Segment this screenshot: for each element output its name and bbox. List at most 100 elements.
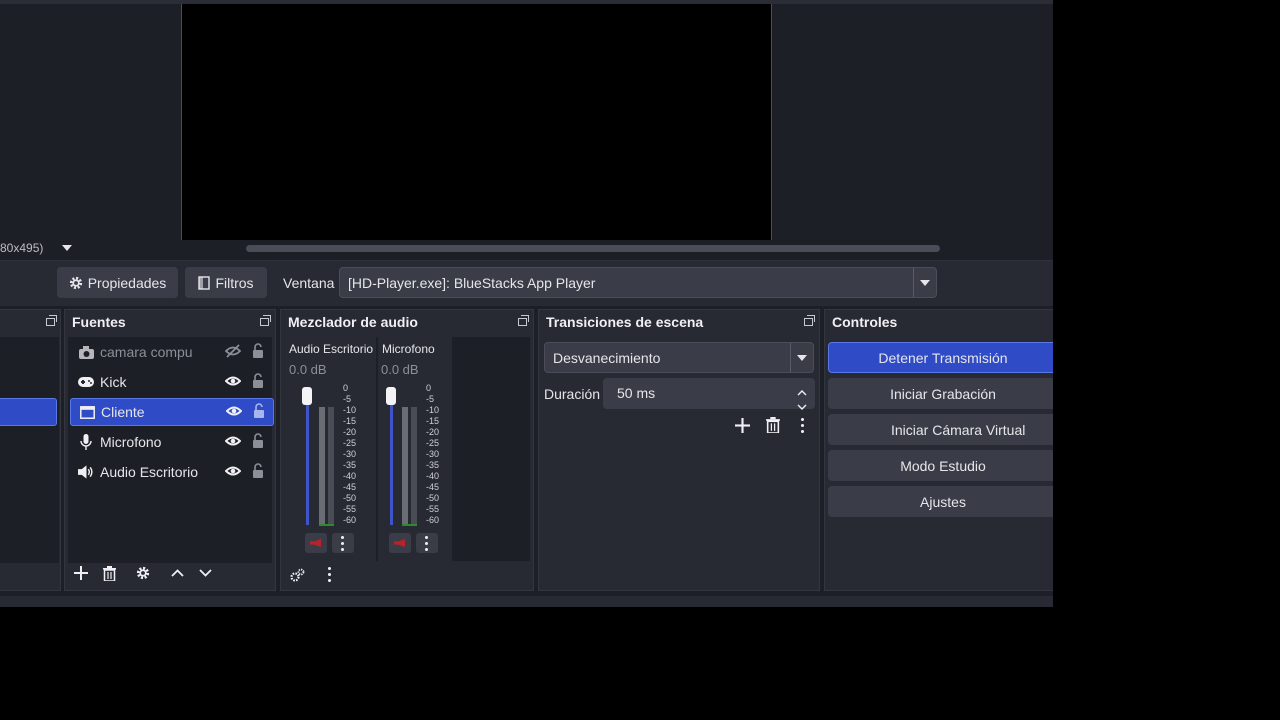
lock-icon[interactable] <box>253 403 265 421</box>
meter-floor <box>319 524 334 526</box>
chevron-down-icon[interactable] <box>797 397 807 413</box>
duration-spinbox[interactable]: 50 ms <box>603 378 815 410</box>
trash-icon[interactable] <box>766 417 780 433</box>
duration-label: Duración <box>544 386 601 402</box>
meter-tick-label: -50 <box>343 493 357 503</box>
settings-button[interactable]: Ajustes <box>828 486 1053 517</box>
eye-hidden-icon[interactable] <box>224 343 242 361</box>
zoom-dropdown-icon[interactable] <box>62 245 72 251</box>
channel-menu-button[interactable] <box>416 533 438 553</box>
duration-value: 50 ms <box>617 385 656 401</box>
meter-tick-label: -15 <box>343 416 357 426</box>
chevron-down-icon[interactable] <box>920 280 930 286</box>
meter-tick-label: -60 <box>426 515 440 525</box>
eye-icon[interactable] <box>224 434 242 450</box>
properties-button[interactable]: Propiedades <box>57 267 178 298</box>
gear-icon <box>69 276 82 289</box>
volume-slider-handle[interactable] <box>302 387 312 405</box>
undock-icon[interactable] <box>804 315 815 326</box>
controls-title: Controles <box>832 314 898 330</box>
audio-mixer-dock: Mezclador de audio Audio Escritorio 0.0 … <box>280 309 534 591</box>
chevron-down-icon[interactable] <box>199 569 212 577</box>
start-virtual-camera-button[interactable]: Iniciar Cámara Virtual <box>828 414 1053 445</box>
meter-tick-label: 0 <box>426 383 432 393</box>
level-meter-right <box>328 407 334 525</box>
eye-icon[interactable] <box>225 404 243 420</box>
meter-tick-label: -35 <box>343 460 357 470</box>
kebab-icon[interactable] <box>801 418 804 433</box>
undock-icon[interactable] <box>518 315 529 326</box>
kebab-icon[interactable] <box>328 567 331 582</box>
chevron-up-icon[interactable] <box>171 569 184 577</box>
mixer-channel-mic: Microfono 0.0 dB 0 -5 -10 -15 -20 -25 -30 -35 -4… <box>378 337 452 561</box>
stop-streaming-button[interactable]: Detener Transmisión <box>828 342 1053 373</box>
meter-tick-label: -60 <box>343 515 357 525</box>
speaker-muted-icon <box>310 539 321 547</box>
volume-slider-track[interactable] <box>390 395 393 525</box>
resolution-text: 80x495) <box>0 241 44 255</box>
channel-name: Microfono <box>382 342 435 356</box>
channel-menu-button[interactable] <box>332 533 354 553</box>
undock-icon[interactable] <box>260 315 271 326</box>
status-bar <box>0 596 1053 607</box>
channel-db: 0.0 dB <box>289 362 327 377</box>
add-icon[interactable] <box>74 566 88 580</box>
source-label: Microfono <box>100 434 162 450</box>
gear-icon[interactable] <box>136 566 150 580</box>
source-label: camara compu <box>100 344 193 360</box>
meter-scale: 0 -5 -10 -15 -20 -25 -30 -35 -40 -45 -50 -55 -60 <box>343 383 356 526</box>
sources-dock: Fuentes camara compu Kick Cliente Microf… <box>64 309 276 591</box>
mixer-footer <box>281 560 533 590</box>
meter-tick-label: -5 <box>343 394 352 404</box>
channel-db: 0.0 dB <box>381 362 419 377</box>
undock-icon[interactable] <box>46 315 57 326</box>
source-toolbar: Propiedades Filtros Ventana [HD-Player.e… <box>0 260 1053 306</box>
add-icon[interactable] <box>735 418 750 433</box>
preview-horizontal-scrollbar[interactable] <box>246 245 940 252</box>
lock-icon[interactable] <box>252 433 264 451</box>
lock-icon[interactable] <box>252 373 264 391</box>
source-label: Cliente <box>101 404 145 420</box>
eye-icon[interactable] <box>224 374 242 390</box>
eye-icon[interactable] <box>224 464 242 480</box>
source-item-camara[interactable]: camara compu <box>70 338 274 366</box>
speaker-icon <box>78 464 94 480</box>
volume-slider-handle[interactable] <box>386 387 396 405</box>
properties-label: Propiedades <box>87 274 167 291</box>
window-label: Ventana <box>283 275 335 291</box>
sources-footer <box>65 560 275 590</box>
chevron-down-icon[interactable] <box>797 355 807 361</box>
source-item-kick[interactable]: Kick <box>70 368 274 396</box>
meter-tick-label: -40 <box>343 471 357 481</box>
preview-canvas[interactable] <box>181 4 772 241</box>
source-item-audio-escritorio[interactable]: Audio Escritorio <box>70 458 274 486</box>
meter-tick-label: -40 <box>426 471 440 481</box>
filters-button[interactable]: Filtros <box>185 267 267 298</box>
trash-icon[interactable] <box>103 566 116 581</box>
source-item-microfono[interactable]: Microfono <box>70 428 274 456</box>
lock-icon[interactable] <box>252 343 264 361</box>
scene-item-selected[interactable] <box>0 398 57 426</box>
start-recording-button[interactable]: Iniciar Grabación <box>828 378 1053 409</box>
level-meter-right <box>411 407 417 525</box>
source-item-cliente[interactable]: Cliente <box>70 398 274 426</box>
meter-tick-label: -55 <box>426 504 440 514</box>
meter-tick-label: -45 <box>426 482 440 492</box>
sources-list: camara compu Kick Cliente Microfono Audi… <box>68 337 274 563</box>
meter-scale: 0 -5 -10 -15 -20 -25 -30 -35 -40 -45 -50 -55 -60 <box>426 383 439 526</box>
preview-area <box>0 0 1053 241</box>
studio-mode-button[interactable]: Modo Estudio <box>828 450 1053 481</box>
mute-button[interactable] <box>389 533 411 553</box>
transition-select[interactable]: Desvanecimiento <box>544 342 814 373</box>
meter-tick-label: -45 <box>343 482 357 492</box>
lock-icon[interactable] <box>252 463 264 481</box>
channel-name: Audio Escritorio <box>289 342 374 356</box>
obs-window: 80x495) Propiedades Filtros Ventana [HD-… <box>0 0 1053 607</box>
gears-icon[interactable] <box>290 568 305 582</box>
volume-slider-track[interactable] <box>306 395 309 525</box>
window-select[interactable]: [HD-Player.exe]: BlueStacks App Player <box>339 267 937 298</box>
meter-tick-label: 0 <box>343 383 349 393</box>
mute-button[interactable] <box>305 533 327 553</box>
meter-tick-label: -50 <box>426 493 440 503</box>
meter-tick-label: -20 <box>426 427 440 437</box>
